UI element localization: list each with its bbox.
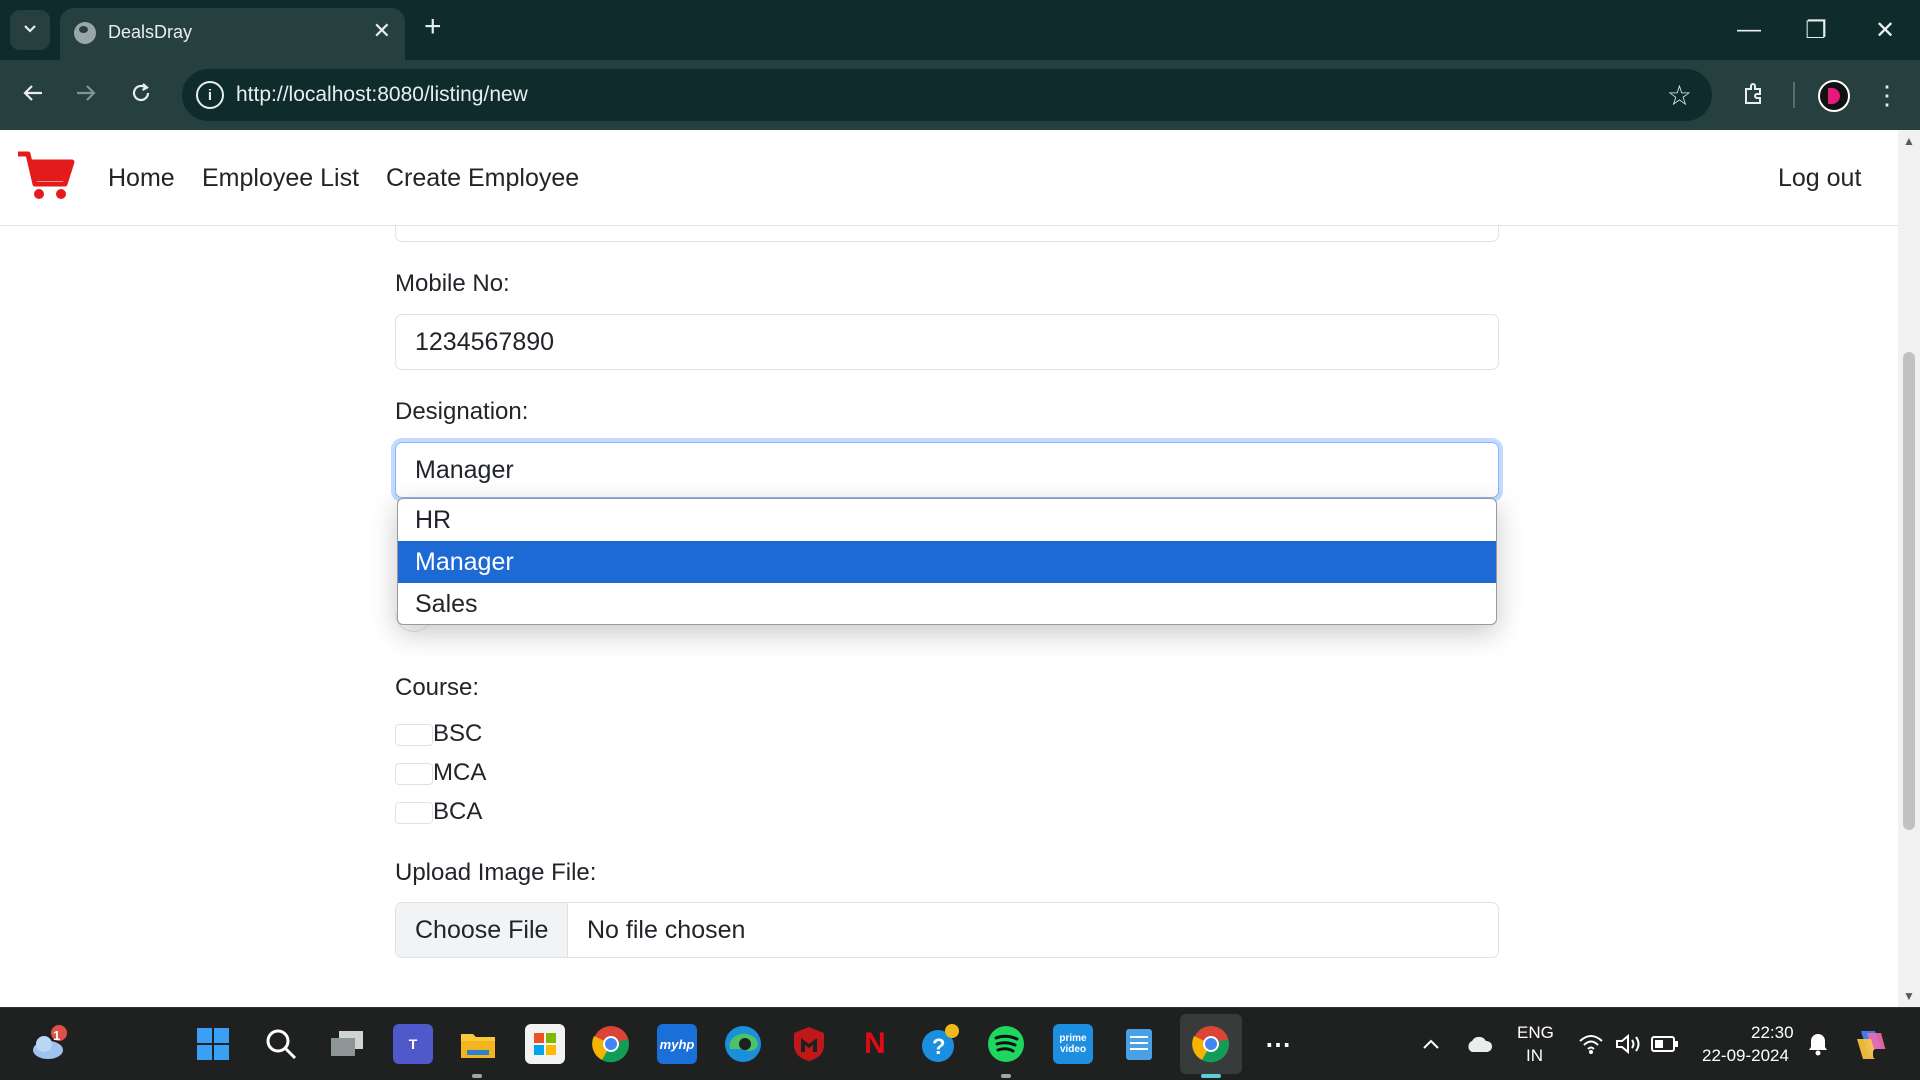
svg-text:?: ? <box>932 1034 945 1059</box>
chevron-down-icon <box>22 20 38 41</box>
windows-taskbar: 1 T myhp N ? prime video ⋯ ENG IN 22:30 … <box>0 1007 1920 1080</box>
option-manager[interactable]: Manager <box>398 541 1496 583</box>
designation-select[interactable]: Manager <box>395 442 1499 498</box>
scroll-up-icon[interactable]: ▲ <box>1898 130 1920 152</box>
more-apps-icon[interactable]: ⋯ <box>1258 1024 1298 1064</box>
language-indicator[interactable]: ENG <box>1517 1023 1554 1043</box>
wifi-icon[interactable] <box>1571 1024 1611 1064</box>
toolbar-divider <box>1793 82 1795 108</box>
designation-label: Designation: <box>395 398 529 425</box>
tab-title: DealsDray <box>108 22 193 42</box>
checkbox-bsc[interactable] <box>395 724 433 746</box>
site-info-icon[interactable]: i <box>196 81 224 109</box>
notepad-icon[interactable] <box>1119 1024 1159 1064</box>
clock-time[interactable]: 22:30 <box>1751 1023 1794 1043</box>
microsoft-store-icon[interactable] <box>525 1024 565 1064</box>
notifications-bell-icon[interactable] <box>1798 1024 1838 1064</box>
scroll-down-icon[interactable]: ▼ <box>1898 985 1920 1007</box>
forward-button[interactable] <box>66 75 106 115</box>
restore-button[interactable]: ❐ <box>1786 8 1846 52</box>
file-status-text: No file chosen <box>587 916 746 944</box>
back-button[interactable] <box>13 75 53 115</box>
volume-icon[interactable] <box>1609 1024 1649 1064</box>
battery-icon[interactable] <box>1645 1024 1685 1064</box>
browser-tab-active[interactable]: DealsDray ✕ <box>60 8 405 60</box>
minimize-button[interactable]: — <box>1719 8 1779 52</box>
search-icon[interactable] <box>261 1024 301 1064</box>
netflix-icon[interactable]: N <box>855 1024 895 1064</box>
upload-label: Upload Image File: <box>395 859 597 886</box>
choose-file-button[interactable]: Choose File <box>396 903 568 957</box>
close-window-button[interactable]: ✕ <box>1855 8 1915 52</box>
teams-icon[interactable]: T <box>393 1024 433 1064</box>
mobile-input[interactable]: 1234567890 <box>395 314 1499 370</box>
globe-icon <box>74 22 96 44</box>
spotify-icon[interactable] <box>986 1024 1026 1064</box>
task-view-icon[interactable] <box>327 1024 367 1064</box>
tab-close-icon[interactable]: ✕ <box>373 18 391 44</box>
region-indicator: IN <box>1526 1046 1543 1065</box>
chrome-active-icon[interactable] <box>1191 1024 1231 1064</box>
checkbox-label: MCA <box>433 759 487 786</box>
course-label: Course: <box>395 674 480 701</box>
mobile-label: Mobile No: <box>395 270 510 297</box>
clock-date[interactable]: 22-09-2024 <box>1702 1046 1789 1066</box>
start-windows-icon[interactable] <box>193 1024 233 1064</box>
running-indicator <box>472 1074 482 1078</box>
bookmark-star-icon[interactable]: ☆ <box>1667 79 1692 112</box>
more-menu-icon[interactable]: ⋮ <box>1872 76 1902 114</box>
page-viewport: Home Employee List Create Employee Log o… <box>0 130 1920 1007</box>
tab-search-button[interactable] <box>10 10 50 50</box>
running-indicator <box>1001 1074 1011 1078</box>
shopping-cart-icon[interactable] <box>16 150 76 202</box>
reload-button[interactable] <box>121 75 161 115</box>
prime-video-icon[interactable]: prime video <box>1053 1024 1093 1064</box>
weather-badge: 1 <box>53 1028 61 1043</box>
option-sales[interactable]: Sales <box>398 583 1496 624</box>
file-upload-input[interactable]: Choose File No file chosen <box>395 902 1499 958</box>
reload-icon <box>130 80 152 111</box>
checkbox-bca[interactable] <box>395 802 433 824</box>
nav-link-create-employee[interactable]: Create Employee <box>386 164 579 193</box>
file-explorer-icon[interactable] <box>458 1024 498 1064</box>
copilot-icon[interactable] <box>1852 1024 1892 1064</box>
browser-tab-bar: DealsDray ✕ + — ❐ ✕ <box>0 0 1920 60</box>
weather-icon[interactable] <box>28 1024 68 1064</box>
page-scrollbar[interactable]: ▲ ▼ <box>1898 130 1920 1007</box>
scrollbar-thumb[interactable] <box>1903 352 1915 830</box>
checkbox-mca[interactable] <box>395 763 433 785</box>
arrow-left-icon <box>22 80 44 111</box>
logout-link[interactable]: Log out <box>1778 164 1861 193</box>
address-bar[interactable]: i http://localhost:8080/listing/new ☆ <box>182 69 1712 121</box>
mcafee-icon[interactable] <box>789 1024 829 1064</box>
option-hr[interactable]: HR <box>398 499 1496 541</box>
chevron-up-icon[interactable] <box>1411 1024 1451 1064</box>
extensions-icon[interactable] <box>1736 76 1772 112</box>
url-text[interactable]: http://localhost:8080/listing/new <box>236 83 528 107</box>
new-tab-button[interactable]: + <box>424 12 442 42</box>
myhp-icon[interactable]: myhp <box>657 1024 697 1064</box>
nav-link-home[interactable]: Home <box>108 164 175 193</box>
profile-avatar[interactable] <box>1818 80 1850 112</box>
designation-dropdown: HR Manager Sales <box>397 498 1497 625</box>
chrome-icon[interactable] <box>591 1024 631 1064</box>
arrow-right-icon <box>75 80 97 111</box>
get-help-icon[interactable]: ? <box>920 1024 960 1064</box>
site-navbar: Home Employee List Create Employee Log o… <box>0 130 1898 226</box>
onedrive-cloud-icon[interactable] <box>1459 1024 1499 1064</box>
edge-icon[interactable] <box>723 1024 763 1064</box>
checkbox-label: BCA <box>433 798 483 825</box>
nav-link-employee-list[interactable]: Employee List <box>202 164 359 193</box>
checkbox-label: BSC <box>433 720 483 747</box>
browser-toolbar: i http://localhost:8080/listing/new ☆ ⋮ <box>0 60 1920 130</box>
active-indicator <box>1201 1074 1221 1078</box>
